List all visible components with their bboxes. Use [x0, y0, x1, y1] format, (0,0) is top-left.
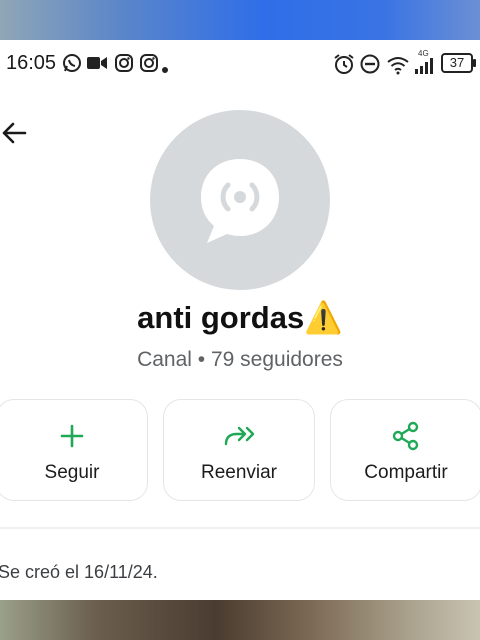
created-date-text: Se creó el 16/11/24.	[0, 562, 158, 582]
share-label: Compartir	[364, 462, 448, 483]
channel-avatar[interactable]	[150, 110, 330, 290]
section-divider	[0, 527, 480, 529]
follow-button[interactable]: Seguir	[0, 399, 148, 501]
share-button[interactable]: Compartir	[330, 399, 480, 501]
forward-label: Reenviar	[200, 462, 278, 483]
plus-icon	[0, 420, 147, 452]
wifi-icon	[386, 55, 410, 80]
forward-icon	[164, 420, 314, 452]
forward-button[interactable]: Reenviar	[163, 399, 315, 501]
alarm-icon	[333, 53, 355, 80]
signal-icon	[414, 57, 436, 80]
channel-name: anti gordas⚠️	[0, 299, 480, 336]
channel-info-screen: 16:05 4G 37 anti gordas⚠️ Canal • 79 seg…	[0, 40, 480, 600]
status-bar: 16:05 4G 37	[0, 40, 480, 88]
channel-placeholder-icon	[201, 159, 279, 243]
dot-icon	[162, 60, 168, 78]
instagram-icon	[139, 53, 159, 78]
channel-subtitle: Canal • 79 seguidores	[137, 348, 343, 371]
battery-level: 37	[449, 55, 465, 70]
whatsapp-icon	[62, 53, 82, 78]
background-photo-top	[0, 0, 480, 40]
arrow-left-icon	[2, 122, 27, 144]
channel-name-text: anti gordas	[137, 300, 305, 335]
instagram-icon	[114, 53, 134, 78]
do-not-disturb-icon	[359, 53, 381, 80]
background-photo-bottom	[0, 600, 480, 640]
follow-label: Seguir	[44, 462, 100, 483]
status-time: 16:05	[6, 52, 57, 74]
warning-emoji: ⚠️	[304, 300, 343, 335]
share-icon	[331, 420, 480, 452]
video-icon	[86, 55, 108, 76]
back-button[interactable]	[0, 115, 32, 151]
